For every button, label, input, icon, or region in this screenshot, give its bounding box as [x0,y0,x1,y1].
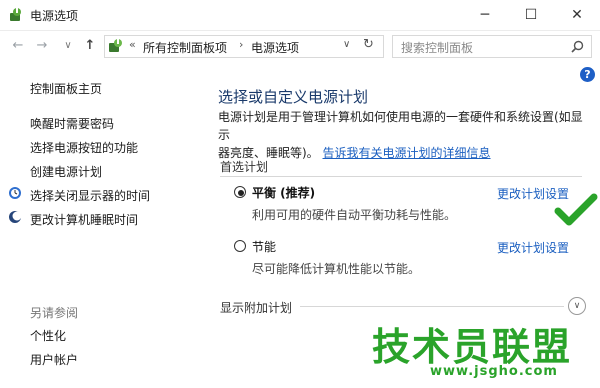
plan-balanced-name[interactable]: 平衡 (推荐) [252,184,315,201]
expand-chevron-icon[interactable]: ∨ [568,297,586,315]
sidebar-item-sleep-time[interactable]: 更改计算机睡眠时间 [30,211,138,228]
help-button[interactable]: ? [580,67,595,82]
breadcrumb-all-items[interactable]: 所有控制面板项 [143,39,227,56]
additional-plans-divider [300,306,564,307]
watermark-logo-text: 技术员联盟 [372,325,573,369]
sidebar-item-create-plan[interactable]: 创建电源计划 [30,163,102,180]
learn-more-link[interactable]: 告诉我有关电源计划的详细信息 [323,146,491,160]
sidebar-item-display-off[interactable]: 选择关闭显示器的时间 [30,187,150,204]
close-button[interactable]: ✕ [554,0,600,30]
minimize-button[interactable]: ─ [462,0,508,30]
see-also-heading: 另请参阅 [30,306,79,320]
description-line-2: 器亮度、睡眠等)。 告诉我有关电源计划的详细信息 [218,144,586,162]
preferred-plans-label: 首选计划 [220,160,269,174]
search-box[interactable]: 搜索控制面板 [392,35,592,58]
description: 电源计划是用于管理计算机如何使用电源的一套硬件和系统设置(如显示 器亮度、睡眠等… [218,108,586,162]
change-plan-settings-power-saver-link[interactable]: 更改计划设置 [497,239,569,256]
breadcrumb-power-options[interactable]: 电源选项 [251,39,299,56]
description-line-1: 电源计划是用于管理计算机如何使用电源的一套硬件和系统设置(如显示 [218,110,583,142]
address-bar[interactable]: « 所有控制面板项 › 电源选项 ∨ ↻ [104,35,384,58]
plan-power-saver-description: 尽可能降低计算机性能以节能。 [252,262,421,276]
back-button[interactable]: ← [10,38,26,54]
breadcrumb-separator[interactable]: › [239,38,243,51]
radio-selected-dot [238,190,244,196]
green-checkmark-icon [554,193,598,226]
control-panel-icon [109,39,122,52]
plan-balanced-radio[interactable] [234,186,246,198]
title-bar: 电源选项 ─ ☐ ✕ [0,0,600,31]
address-prefix: « [129,38,136,51]
search-icon[interactable] [571,40,584,53]
show-additional-plans-label[interactable]: 显示附加计划 [220,299,292,316]
sidebar-control-panel-home[interactable]: 控制面板主页 [30,80,102,97]
monitor-clock-icon [9,187,21,199]
address-dropdown-icon[interactable]: ∨ [343,39,350,50]
power-options-icon [10,8,21,21]
window-title: 电源选项 [30,9,79,23]
plan-balanced-description: 利用可用的硬件自动平衡功耗与性能。 [252,208,457,222]
plan-power-saver-name[interactable]: 节能 [252,238,276,255]
sleep-moon-icon [9,211,22,223]
watermark-url: www.jsgho.com [430,364,558,379]
sidebar-item-wake-password[interactable]: 唤醒时需要密码 [30,115,114,132]
section-divider [220,176,582,177]
sidebar-item-power-button[interactable]: 选择电源按钮的功能 [30,139,138,156]
search-input[interactable]: 搜索控制面板 [401,39,473,56]
maximize-button[interactable]: ☐ [508,0,554,30]
up-button[interactable]: ↑ [82,38,98,54]
plan-power-saver-radio[interactable] [234,240,246,252]
forward-button[interactable]: → [34,38,50,54]
page-title: 选择或自定义电源计划 [218,88,369,106]
refresh-icon[interactable]: ↻ [363,37,374,52]
sidebar-item-personalization[interactable]: 个性化 [30,327,66,344]
sidebar-item-user-accounts[interactable]: 用户帐户 [30,351,78,368]
recent-locations-dropdown[interactable]: ∨ [60,38,76,54]
